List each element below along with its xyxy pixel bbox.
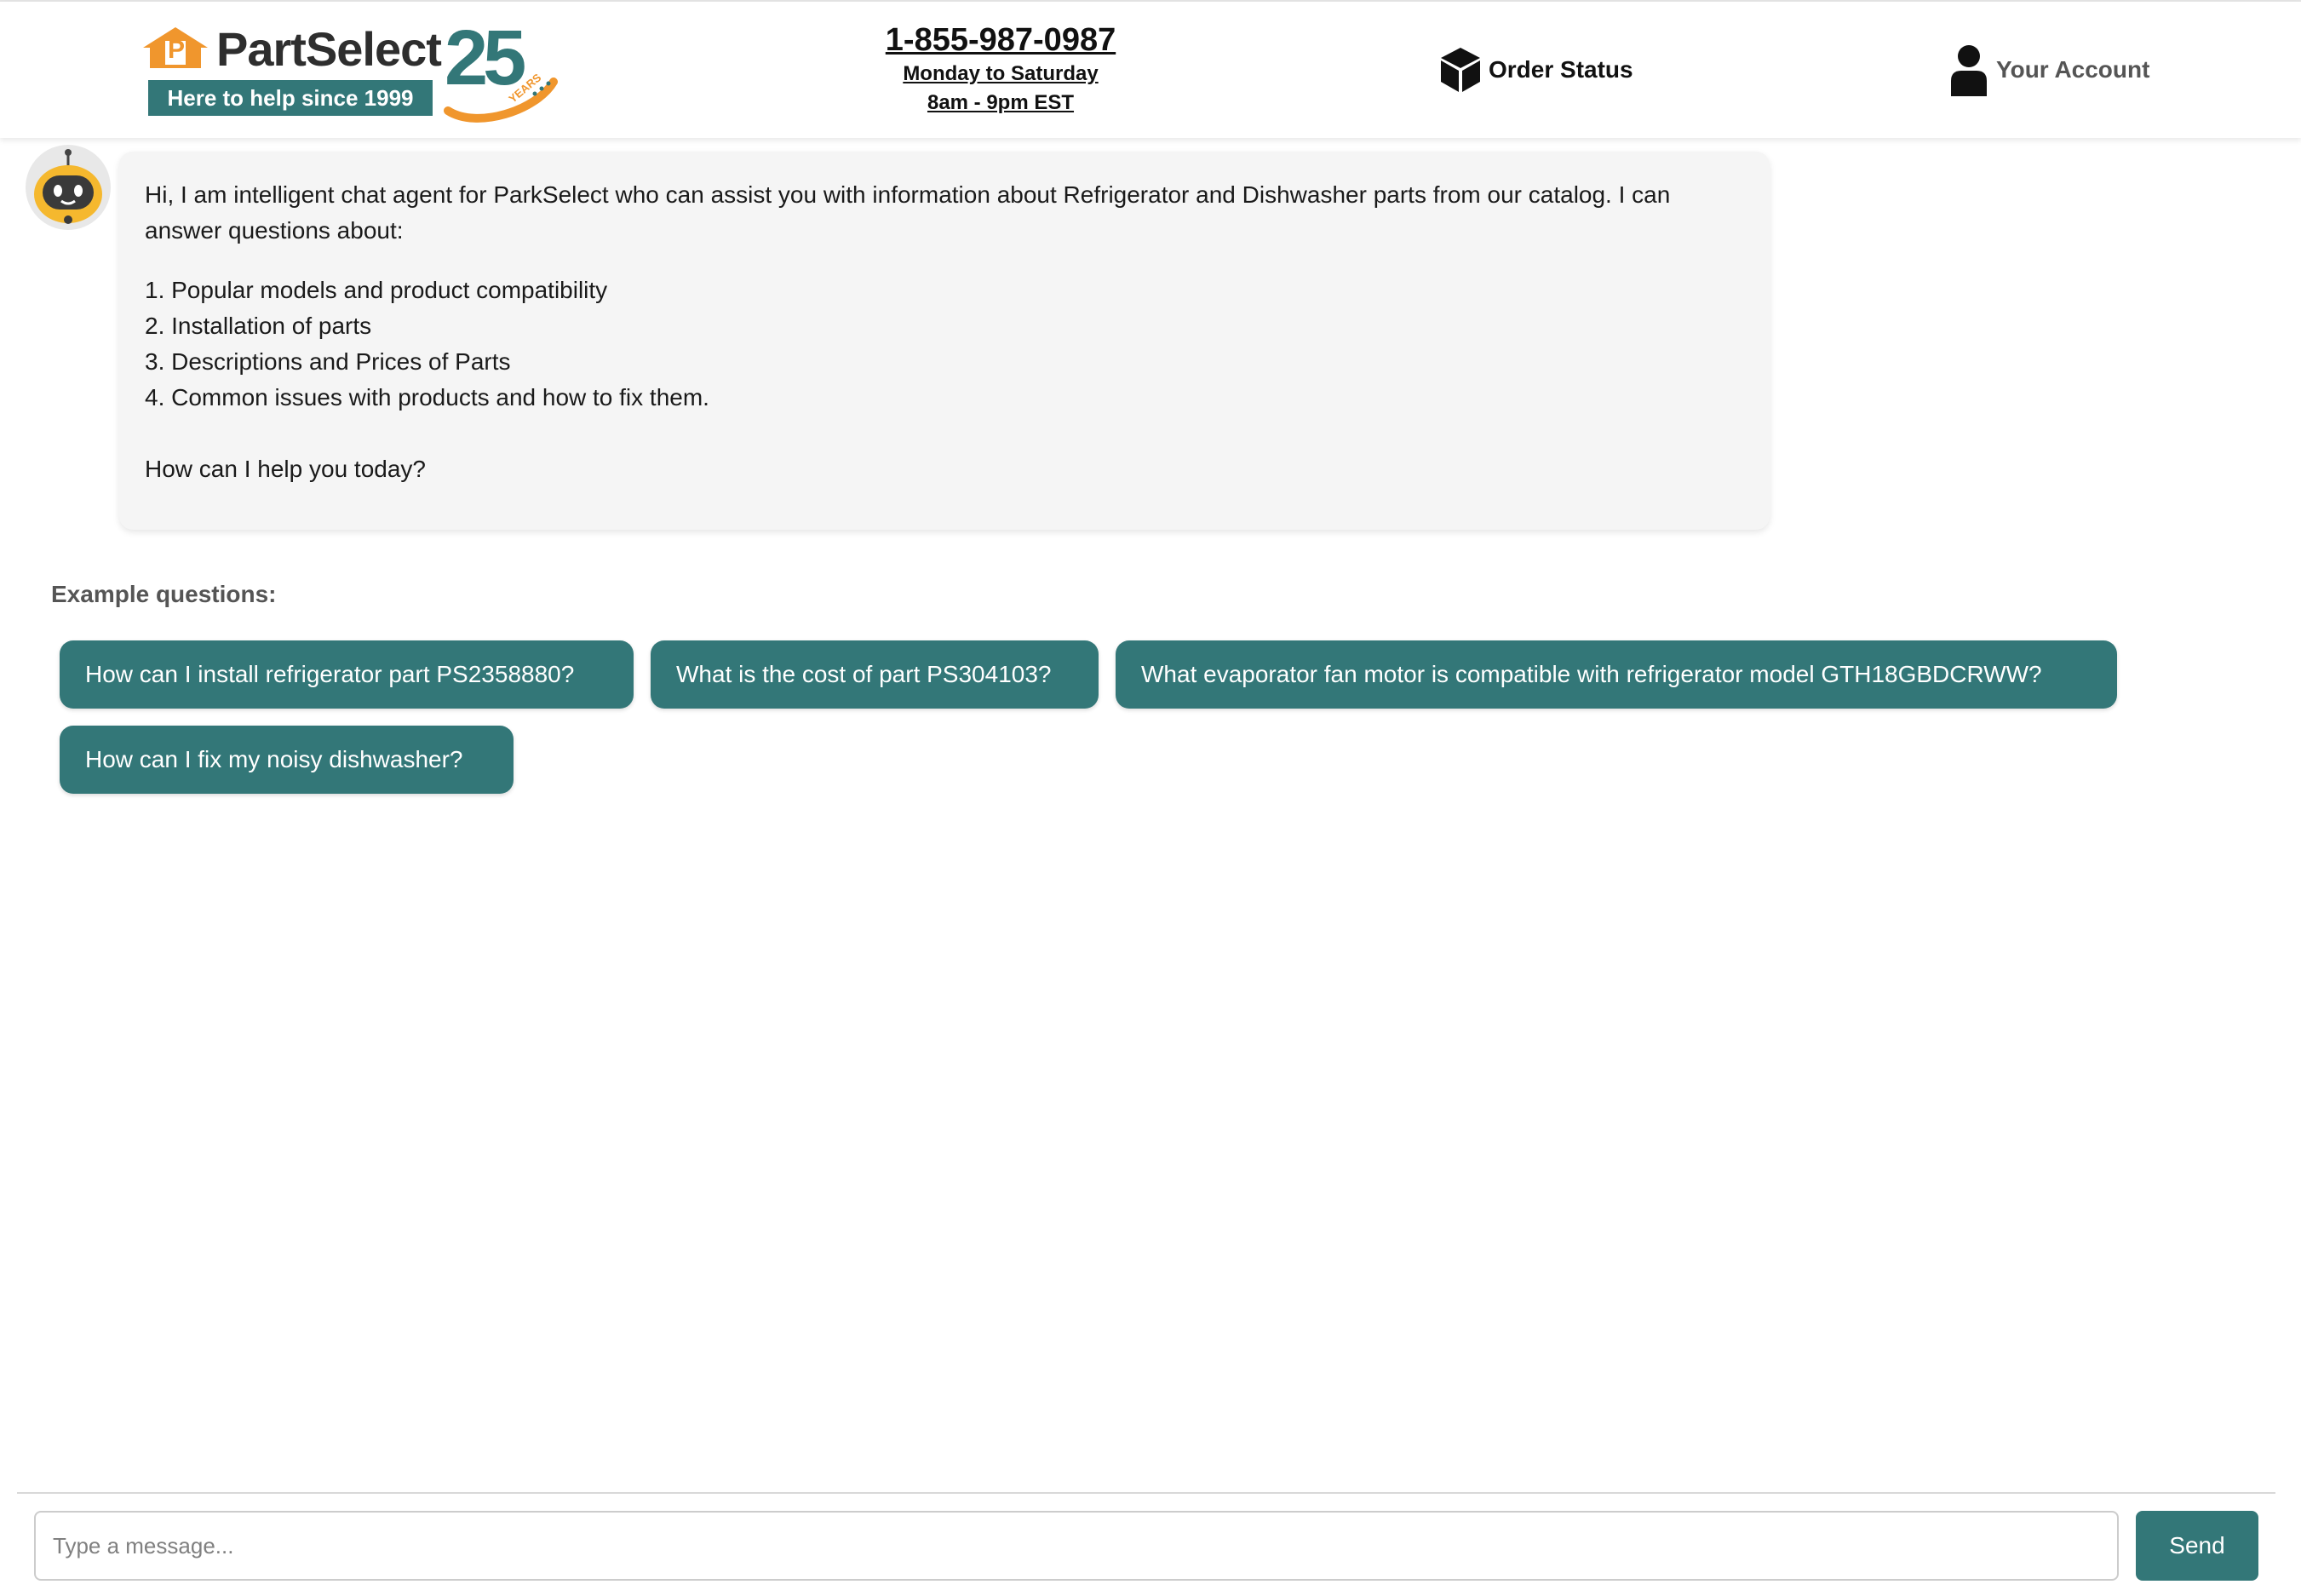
example-questions-label: Example questions: [51, 581, 277, 607]
order-status-link[interactable]: Order Status [1439, 44, 1633, 95]
bot-message-list-item: 3. Descriptions and Prices of Parts [145, 348, 511, 375]
bot-avatar [26, 145, 111, 230]
your-account-label: Your Account [1996, 56, 2150, 83]
example-question-button[interactable]: How can I install refrigerator part PS23… [60, 640, 634, 709]
user-icon [1951, 45, 1987, 96]
house-logo-letter: P [168, 36, 186, 64]
bot-message-bubble: Hi, I am intelligent chat agent for Park… [119, 152, 1770, 530]
logo-wordmark: PartSelect [216, 22, 442, 76]
message-input[interactable] [34, 1511, 2119, 1581]
hours-days-link[interactable]: Monday to Saturday [818, 60, 1184, 89]
your-account-link[interactable]: Your Account [1950, 39, 2149, 100]
hours-time-link[interactable]: 8am - 9pm EST [818, 89, 1184, 118]
logo-tagline: Here to help since 1999 [148, 80, 433, 116]
bot-message-list-item: 2. Installation of parts [145, 313, 372, 339]
order-status-label: Order Status [1489, 56, 1633, 83]
bot-message-list-item: 4. Common issues with products and how t… [145, 384, 709, 410]
anniversary-badge: 25 YEARS [443, 15, 562, 123]
bot-message-list-item: 1. Popular models and product compatibil… [145, 277, 608, 303]
box-icon [1441, 48, 1480, 92]
send-button[interactable]: Send [2136, 1511, 2258, 1581]
example-question-button[interactable]: What is the cost of part PS304103? [651, 640, 1099, 709]
bot-message-intro: Hi, I am intelligent chat agent for Park… [145, 181, 1671, 244]
phone-number-link[interactable]: 1-855-987-0987 [818, 20, 1184, 60]
composer-divider [17, 1492, 2275, 1494]
partselect-logo[interactable]: P PartSelect Here to help since 1999 25 … [140, 15, 565, 123]
bot-message-outro: How can I help you today? [145, 456, 426, 482]
badge-number: 25 [445, 14, 526, 101]
example-question-button[interactable]: How can I fix my noisy dishwasher? [60, 726, 514, 794]
site-header: P PartSelect Here to help since 1999 25 … [0, 2, 2301, 138]
contact-block: 1-855-987-0987 Monday to Saturday 8am - … [818, 20, 1184, 118]
robot-icon [34, 149, 102, 224]
example-question-button[interactable]: What evaporator fan motor is compatible … [1116, 640, 2117, 709]
